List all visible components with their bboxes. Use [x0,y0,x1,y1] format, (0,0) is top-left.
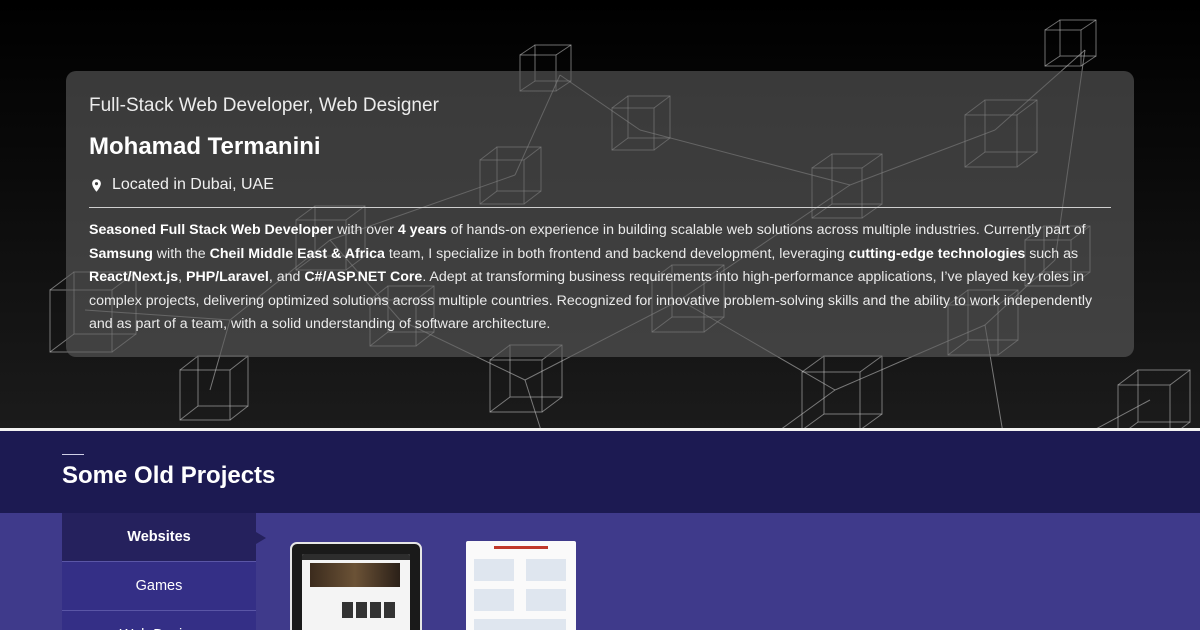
map-pin-icon [92,178,101,192]
projects-section: Websites Games Web Design [0,513,1200,630]
bio-highlight: Cheil Middle East & Africa [209,245,385,262]
tab-web-design[interactable]: Web Design [62,611,256,630]
bio-text: , and [268,269,305,285]
bio-text: team, I specialize in both frontend and … [384,245,849,262]
bio-highlight: 4 years [397,222,447,238]
bio-text: such as [1025,245,1079,262]
job-title: Full-Stack Web Developer, Web Designer [89,95,439,116]
tab-websites[interactable]: Websites [62,513,266,562]
profile-card: Full-Stack Web Developer, Web Designer M… [66,71,1134,357]
bio-text: with over [333,222,398,238]
project-tabs: Websites Games Web Design [62,513,266,630]
bio-paragraph: Seasoned Full Stack Web Developer with o… [89,219,1111,337]
location-line: Located in Dubai, UAE [89,175,1111,195]
person-name: Mohamad Termanini [89,133,321,160]
bio-text: of hands-on experience in building scala… [446,222,1086,238]
card-divider [89,207,1111,208]
title-accent-rule [62,454,84,455]
bio-highlight: React/Next.js [89,269,179,285]
project-screenshot [302,554,410,630]
project-thumbnail[interactable] [466,541,576,630]
bio-highlight: C#/ASP.NET Core [304,269,423,285]
bio-text: with the [152,245,210,262]
project-screenshot [466,541,576,630]
location-text: Located in Dubai, UAE [112,176,274,193]
project-thumbnail[interactable] [290,542,422,630]
bio-highlight: PHP/Laravel [186,269,269,285]
bio-text: , [178,269,186,285]
bio-highlight: Samsung [89,245,153,262]
bio-highlight: cutting-edge technologies [848,245,1026,262]
projects-header: Some Old Projects [0,431,1200,513]
tab-games[interactable]: Games [62,562,256,611]
bio-highlight: Seasoned Full Stack Web Developer [89,222,334,238]
projects-title: Some Old Projects [62,462,276,489]
